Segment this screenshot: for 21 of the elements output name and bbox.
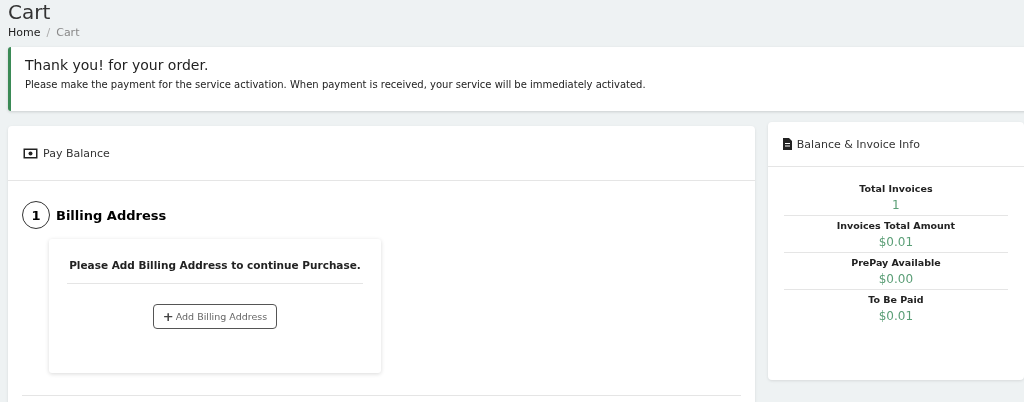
card-title: Balance & Invoice Info xyxy=(796,137,920,151)
banknote-icon xyxy=(23,147,38,159)
info-label: To Be Paid xyxy=(867,294,925,305)
alert-message: Please make the payment for the service activation. When payment is received, your service will be immediately activated. xyxy=(25,79,647,90)
info-label: PrePay Available xyxy=(850,257,942,268)
billing-notice: Please Add Billing Address to continue Purchase. xyxy=(67,259,363,284)
info-value: 1 xyxy=(891,198,901,212)
page-title: Cart xyxy=(8,0,52,24)
info-label: Invoices Total Amount xyxy=(835,220,957,231)
breadcrumb-separator: / xyxy=(46,25,51,39)
alert-title: Thank you! for your order. xyxy=(25,57,210,73)
info-value: $0.01 xyxy=(877,309,915,323)
breadcrumb-link[interactable]: Home xyxy=(8,25,41,39)
info-value: $0.00 xyxy=(877,272,915,286)
add-billing-address-button[interactable]: +Add Billing Address xyxy=(152,304,278,329)
info-label: Total Invoices xyxy=(858,183,934,194)
document-icon xyxy=(782,138,792,150)
info-value: $0.01 xyxy=(877,235,915,249)
card-title: Pay Balance xyxy=(43,146,110,160)
step-title: Billing Address xyxy=(56,207,167,223)
breadcrumb-current: Cart xyxy=(56,25,80,39)
